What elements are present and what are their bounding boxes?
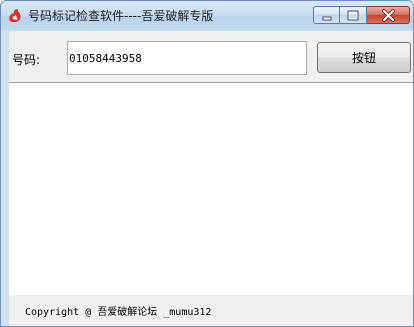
close-button[interactable] bbox=[367, 6, 410, 24]
footer-copyright: Copyright @ 吾爱破解论坛 _mumu312 bbox=[25, 307, 212, 318]
client-area: 号码: 按钮 Copyright @ 吾爱破解论坛 _mumu312 bbox=[9, 31, 413, 326]
output-area[interactable] bbox=[9, 82, 413, 295]
title-bar[interactable]: 号码标记检查软件----吾爱破解专版 bbox=[1, 1, 413, 31]
phone-input[interactable] bbox=[67, 41, 307, 75]
minimize-button[interactable] bbox=[313, 6, 340, 24]
app-flame-icon bbox=[7, 8, 23, 24]
phone-label: 号码: bbox=[12, 53, 41, 67]
action-button[interactable]: 按钮 bbox=[317, 42, 411, 73]
maximize-button[interactable] bbox=[340, 6, 367, 24]
window-title: 号码标记检查软件----吾爱破解专版 bbox=[28, 9, 214, 23]
maximize-icon bbox=[347, 10, 359, 21]
close-icon bbox=[382, 9, 395, 22]
app-window: 号码标记检查软件----吾爱破解专版 号码: 按钮 Copyright @ 吾爱… bbox=[0, 0, 414, 327]
minimize-icon bbox=[322, 16, 332, 21]
